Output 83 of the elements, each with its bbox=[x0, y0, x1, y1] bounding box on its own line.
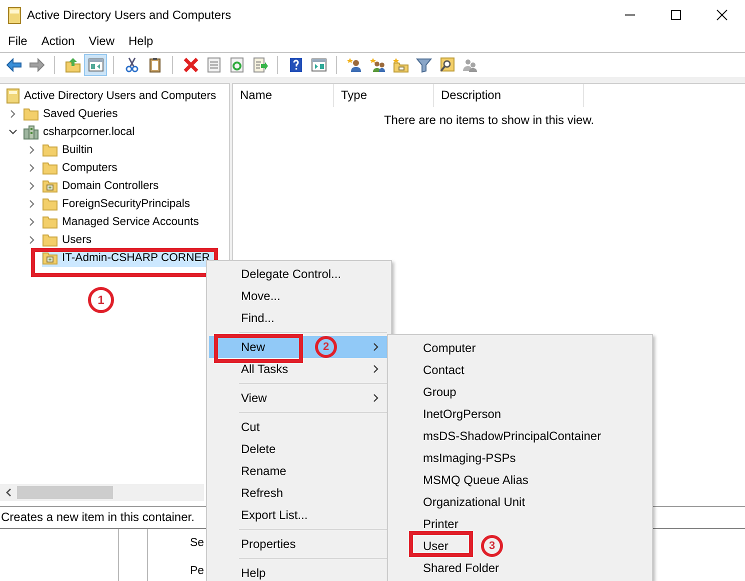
console-window-icon bbox=[310, 57, 326, 73]
maximize-icon bbox=[670, 9, 682, 21]
new-group-icon bbox=[370, 57, 386, 73]
menu-item[interactable]: Shared Folder bbox=[390, 557, 650, 579]
app-icon bbox=[8, 6, 21, 24]
close-icon bbox=[716, 9, 728, 21]
callout-badge: 3 bbox=[481, 535, 503, 557]
menu-item[interactable]: Computer bbox=[390, 337, 650, 359]
filter-icon bbox=[416, 57, 432, 73]
column-header[interactable]: Name bbox=[233, 84, 334, 107]
menu-item[interactable]: Export List... bbox=[209, 504, 389, 526]
clipboard-icon bbox=[146, 57, 162, 73]
menu-item[interactable]: User 3 bbox=[390, 535, 650, 557]
menu-item[interactable]: View bbox=[82, 31, 122, 51]
ou-folder-icon bbox=[42, 250, 58, 266]
menu-item[interactable]: MSMQ Queue Alias bbox=[390, 469, 650, 491]
menu-item[interactable]: Printer bbox=[390, 513, 650, 535]
menu-item[interactable]: File bbox=[1, 31, 34, 51]
tree-item[interactable]: Active Directory Users and Computers bbox=[24, 90, 216, 102]
menu-item[interactable]: Organizational Unit bbox=[390, 491, 650, 513]
folder-icon bbox=[42, 142, 58, 158]
menu-item[interactable]: InetOrgPerson bbox=[390, 403, 650, 425]
menu-item[interactable]: Move... bbox=[209, 285, 389, 307]
folder-icon bbox=[23, 106, 39, 122]
status-text: Creates a new item in this container. bbox=[0, 510, 194, 524]
back-arrow-icon bbox=[6, 57, 22, 73]
menu-item[interactable]: msDS-ShadowPrincipalContainer bbox=[390, 425, 650, 447]
menu-item[interactable]: Help bbox=[122, 31, 160, 51]
menu-item[interactable]: Action bbox=[34, 31, 82, 51]
menu-item[interactable]: Cut bbox=[209, 416, 389, 438]
tree-item[interactable]: Domain Controllers bbox=[62, 180, 159, 192]
folder-icon bbox=[42, 214, 58, 230]
scissors-icon bbox=[124, 57, 140, 73]
folder-icon bbox=[42, 196, 58, 212]
menu-item[interactable]: Delegate Control... bbox=[209, 263, 389, 285]
scroll-left-icon[interactable] bbox=[5, 488, 12, 497]
menu-item[interactable]: Help bbox=[209, 562, 389, 581]
refresh-icon bbox=[228, 57, 244, 73]
menu-item[interactable]: Delete bbox=[209, 438, 389, 460]
tree-item[interactable]: Users bbox=[62, 234, 92, 246]
background-label: Pe bbox=[190, 564, 204, 579]
find-icon bbox=[438, 57, 454, 73]
properties-icon bbox=[206, 57, 222, 73]
folder-icon bbox=[42, 160, 58, 176]
add-to-group-icon bbox=[462, 57, 478, 73]
menu-item[interactable]: Refresh bbox=[209, 482, 389, 504]
menu-item[interactable]: Group bbox=[390, 381, 650, 403]
tree-item[interactable]: Managed Service Accounts bbox=[62, 216, 199, 228]
background-label: Se bbox=[190, 536, 204, 551]
new-user-icon bbox=[346, 57, 362, 73]
up-folder-icon bbox=[64, 57, 80, 73]
menu-item[interactable]: New 2 bbox=[209, 336, 389, 358]
new-ou-icon bbox=[392, 57, 408, 73]
menu-item[interactable]: msImaging-PSPs bbox=[390, 447, 650, 469]
tree-item[interactable]: Computers bbox=[62, 162, 118, 174]
toolbar-button[interactable] bbox=[84, 54, 107, 76]
ou-folder-icon bbox=[42, 178, 58, 194]
console-root-icon bbox=[5, 88, 21, 104]
horizontal-scrollbar[interactable] bbox=[0, 484, 204, 501]
delete-icon bbox=[182, 57, 198, 73]
menu-item[interactable]: All Tasks bbox=[209, 358, 389, 380]
menu-item[interactable]: Properties bbox=[209, 533, 389, 555]
forward-arrow-icon bbox=[28, 57, 44, 73]
column-header[interactable]: Description bbox=[434, 84, 584, 107]
menu-item[interactable]: View bbox=[209, 387, 389, 409]
export-list-icon bbox=[252, 57, 268, 73]
tree-item[interactable]: Saved Queries bbox=[43, 108, 118, 120]
menu-item[interactable]: Contact bbox=[390, 359, 650, 381]
callout-badge: 1 bbox=[88, 287, 114, 313]
tree-item[interactable]: csharpcorner.local bbox=[43, 126, 135, 138]
window-title: Active Directory Users and Computers bbox=[27, 8, 232, 22]
console-tree-icon bbox=[88, 57, 104, 73]
help-icon bbox=[288, 57, 304, 73]
menu-item[interactable]: Find... bbox=[209, 307, 389, 329]
highlight-frame bbox=[409, 531, 473, 557]
tree-item[interactable]: ForeignSecurityPrincipals bbox=[62, 198, 190, 210]
column-header[interactable]: Type bbox=[334, 84, 434, 107]
scrollbar-thumb[interactable] bbox=[17, 486, 113, 499]
empty-message: There are no items to show in this view. bbox=[382, 113, 596, 127]
menu-item[interactable]: Rename bbox=[209, 460, 389, 482]
domain-icon bbox=[23, 124, 39, 140]
callout-badge: 2 bbox=[315, 336, 337, 358]
tree-item[interactable]: Builtin bbox=[62, 144, 93, 156]
